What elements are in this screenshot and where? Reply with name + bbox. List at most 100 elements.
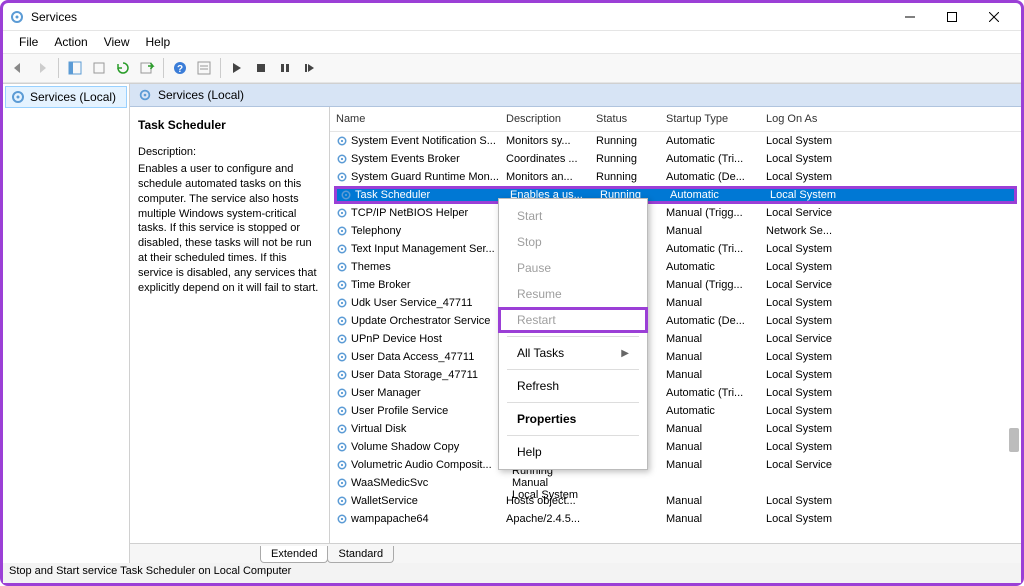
description-text: Enables a user to configure and schedule…: [138, 162, 321, 296]
service-logon: Local System: [760, 405, 845, 417]
service-name: WaaSMedicSvc: [351, 477, 428, 489]
service-row[interactable]: Text Input Management Ser...Automatic (T…: [330, 240, 1021, 258]
service-logon: Local System: [760, 441, 845, 453]
titlebar: Services: [3, 3, 1021, 31]
gear-icon: [336, 243, 348, 255]
service-logon: Local System: [760, 135, 845, 147]
tab-extended[interactable]: Extended: [260, 546, 328, 563]
menu-view[interactable]: View: [96, 32, 138, 52]
service-startup: Automatic (De...: [660, 315, 760, 327]
nav-services-local[interactable]: Services (Local): [5, 86, 127, 108]
gear-icon: [336, 135, 348, 147]
ctx-restart[interactable]: Restart: [498, 307, 648, 333]
maximize-button[interactable]: [931, 3, 973, 31]
service-startup: Manual: [660, 351, 760, 363]
show-hide-tree-button[interactable]: [64, 57, 86, 79]
service-row[interactable]: Update Orchestrator Service Automatic (De…: [330, 312, 1021, 330]
nav-label: Services (Local): [30, 90, 116, 104]
service-row[interactable]: User Data Access_47711ManualLocal System: [330, 348, 1021, 366]
gear-icon: [336, 279, 348, 291]
col-description[interactable]: Description: [500, 113, 590, 125]
column-headers[interactable]: Name Description Status Startup Type Log…: [330, 107, 1021, 132]
services-icon: [138, 88, 152, 102]
tab-standard[interactable]: Standard: [327, 546, 394, 563]
service-row[interactable]: System Events BrokerCoordinates ...Runni…: [330, 150, 1021, 168]
service-desc: Monitors an...: [500, 171, 590, 183]
export-list-button[interactable]: [136, 57, 158, 79]
refresh-button[interactable]: [112, 57, 134, 79]
close-button[interactable]: [973, 3, 1015, 31]
service-startup: Manual: [660, 495, 760, 507]
service-logon: Local System: [760, 351, 845, 363]
service-logon: Local System: [760, 261, 845, 273]
service-startup: Manual: [660, 225, 760, 237]
service-startup: Automatic: [660, 135, 760, 147]
service-row[interactable]: User ManagerAutomatic (Tri...Local Syste…: [330, 384, 1021, 402]
service-row[interactable]: Volumetric Audio Composit...Hosts spatia…: [330, 456, 1021, 474]
service-name: Virtual Disk: [351, 423, 406, 435]
service-name: Volume Shadow Copy: [351, 441, 459, 453]
service-row[interactable]: Virtual DiskProvides ma...ManualLocal Sy…: [330, 420, 1021, 438]
ctx-all-tasks[interactable]: All Tasks▶: [499, 340, 647, 366]
pause-service-button[interactable]: [274, 57, 296, 79]
service-row[interactable]: User Data Storage_47711ManualLocal Syste…: [330, 366, 1021, 384]
gear-icon: [336, 153, 348, 165]
forward-button[interactable]: [31, 57, 53, 79]
service-status: Running: [590, 135, 660, 147]
properties-button[interactable]: [193, 57, 215, 79]
service-startup: Automatic (De...: [660, 171, 760, 183]
menu-help[interactable]: Help: [138, 32, 179, 52]
service-row[interactable]: Volume Shadow CopyManages an...ManualLoc…: [330, 438, 1021, 456]
service-logon: Local System: [760, 513, 845, 525]
service-row[interactable]: WalletServiceHosts object...ManualLocal …: [330, 492, 1021, 510]
service-row[interactable]: Time BrokerManual (Trigg...Local Service: [330, 276, 1021, 294]
services-list[interactable]: Name Description Status Startup Type Log…: [330, 107, 1021, 543]
selected-service-name: Task Scheduler: [138, 117, 321, 133]
service-row[interactable]: System Event Notification S...Monitors s…: [330, 132, 1021, 150]
restart-service-button[interactable]: [298, 57, 320, 79]
stop-service-button[interactable]: [250, 57, 272, 79]
scrollbar-thumb[interactable]: [1009, 428, 1019, 452]
ctx-help[interactable]: Help: [499, 439, 647, 465]
service-logon: Local System: [760, 315, 845, 327]
ctx-stop[interactable]: Stop: [499, 229, 647, 255]
minimize-button[interactable]: [889, 3, 931, 31]
menu-file[interactable]: File: [11, 32, 46, 52]
service-name: Volumetric Audio Composit...: [351, 459, 492, 471]
col-startup-type[interactable]: Startup Type: [660, 113, 760, 125]
col-log-on-as[interactable]: Log On As: [760, 113, 845, 125]
service-row[interactable]: wampapache64Apache/2.4.5...ManualLocal S…: [330, 510, 1021, 528]
back-button[interactable]: [7, 57, 29, 79]
service-row[interactable]: ThemesAutomaticLocal System: [330, 258, 1021, 276]
service-row[interactable]: Udk User Service_47711ManualLocal System: [330, 294, 1021, 312]
col-name[interactable]: Name: [330, 113, 500, 125]
start-service-button[interactable]: [226, 57, 248, 79]
service-status: Running: [590, 171, 660, 183]
services-app-icon: [9, 9, 25, 25]
ctx-refresh[interactable]: Refresh: [499, 373, 647, 399]
service-logon: Local Service: [760, 333, 845, 345]
service-row[interactable]: User Profile ServiceAutomaticLocal Syste…: [330, 402, 1021, 420]
menu-action[interactable]: Action: [46, 32, 95, 52]
service-desc: Coordinates ...: [500, 153, 590, 165]
export-button[interactable]: [88, 57, 110, 79]
service-startup: Manual: [660, 423, 760, 435]
service-status: Running: [590, 153, 660, 165]
service-row[interactable]: TCP/IP NetBIOS HelperManual (Trigg...Loc…: [330, 204, 1021, 222]
gear-icon: [336, 261, 348, 273]
service-row[interactable]: UPnP Device HostManualLocal Service: [330, 330, 1021, 348]
service-row[interactable]: TelephonyManualNetwork Se...: [330, 222, 1021, 240]
services-icon: [10, 89, 26, 105]
service-row[interactable]: WaaSMedicSvcRunningManualLocal System: [330, 474, 1021, 492]
service-startup: Manual (Trigg...: [660, 207, 760, 219]
col-status[interactable]: Status: [590, 113, 660, 125]
ctx-resume: Resume: [499, 281, 647, 307]
service-name: User Data Storage_47711: [351, 369, 478, 381]
help-button[interactable]: ?: [169, 57, 191, 79]
service-name: Update Orchestrator Service: [351, 315, 490, 327]
service-startup: Manual: [660, 441, 760, 453]
service-startup: Manual: [660, 459, 760, 471]
service-row[interactable]: System Guard Runtime Mon...Monitors an..…: [330, 168, 1021, 186]
service-row[interactable]: Task SchedulerEnables a us...RunningAuto…: [334, 186, 1017, 204]
ctx-properties[interactable]: Properties: [499, 406, 647, 432]
